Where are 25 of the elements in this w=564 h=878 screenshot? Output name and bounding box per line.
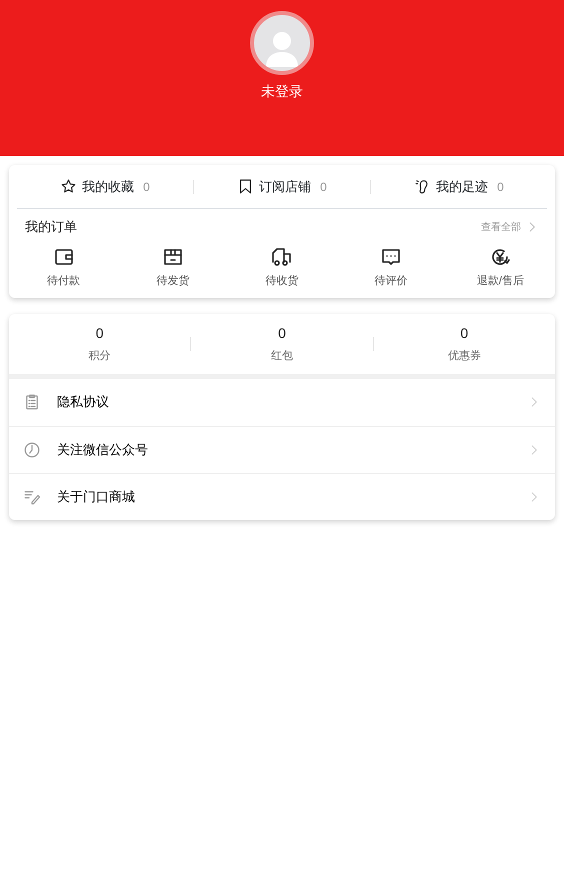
shortcut-link[interactable]: 我的收藏 [81,176,136,198]
order-status-button[interactable]: 待发货 [118,245,228,290]
shortcut-count: 0 [143,178,150,196]
shortcut-count: 0 [320,178,327,196]
order-status-button[interactable]: 待付款 [9,245,118,290]
clock-icon [23,440,41,458]
menu-item[interactable]: 隐私协议 [9,378,555,426]
order-status-button[interactable]: 待评价 [336,245,446,290]
asset-label: 积分 [88,348,111,364]
order-status-button[interactable]: 待收货 [227,245,337,290]
star-icon [60,178,78,195]
login-status: 未登录 [261,82,303,101]
asset-value: 0 [460,324,468,343]
menu-item[interactable]: 关于门口商城 [9,472,555,520]
shortcut-count: 0 [497,178,504,196]
clipboard-icon [23,393,41,411]
asset-label: 优惠券 [448,348,481,364]
asset-label: 红包 [270,348,293,364]
asset-value: 0 [278,324,286,343]
section-title: 我的订单 [25,218,77,236]
menu-item[interactable]: 关注微信公众号 [9,426,555,472]
shortcut-link[interactable]: 订阅店铺 [258,176,312,198]
asset-value: 0 [96,324,104,343]
order-status-button[interactable]: 退款/售后 [446,245,556,290]
shortcut-link[interactable]: 我的足迹 [435,176,490,198]
